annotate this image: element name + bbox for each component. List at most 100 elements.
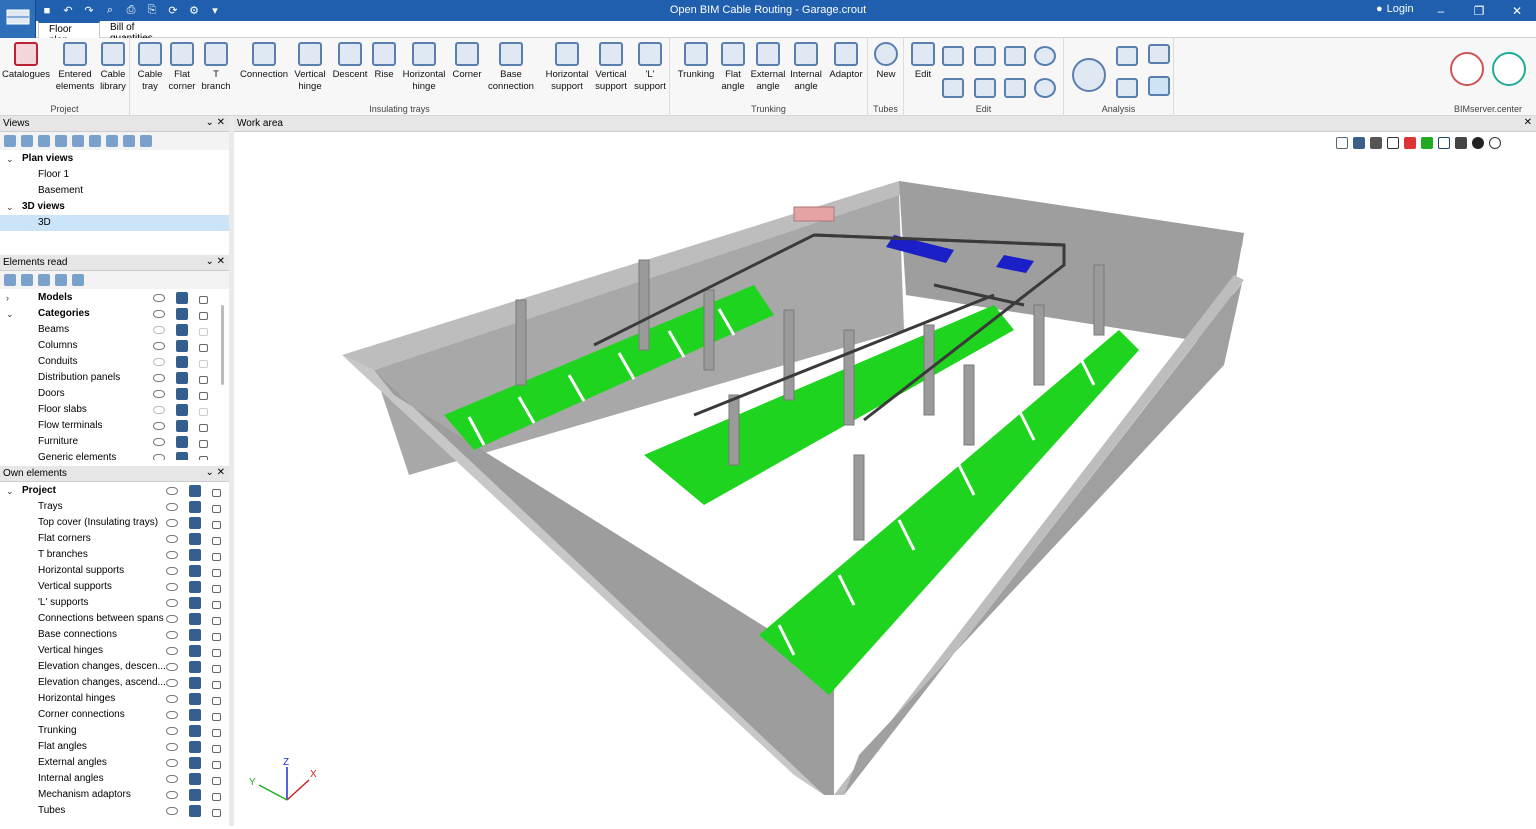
own-element-item[interactable]: 'L' supports (0, 595, 229, 611)
view-properties-icon[interactable] (72, 135, 84, 147)
lock-icon[interactable] (212, 585, 221, 593)
cube-icon[interactable] (189, 741, 201, 753)
view-item[interactable]: ⌄ 3D views (0, 199, 229, 215)
panel-controls[interactable]: ⌄ ✕ (205, 467, 225, 478)
own-element-item[interactable]: Top cover (Insulating trays) (0, 515, 229, 531)
lock-icon[interactable] (199, 296, 208, 304)
lock-icon[interactable] (199, 312, 208, 320)
visibility-eye-icon[interactable] (153, 406, 165, 414)
cube-icon[interactable] (189, 533, 201, 545)
lock-icon[interactable] (212, 489, 221, 497)
cube-icon[interactable] (176, 452, 188, 460)
vertical-hinge-button[interactable]: Vertical hinge (292, 42, 328, 93)
lock-icon[interactable] (199, 344, 208, 352)
walk-icon[interactable] (1387, 137, 1399, 149)
l-support-button[interactable]: 'L' support (632, 42, 668, 93)
visibility-eye-icon[interactable] (153, 358, 165, 366)
adaptor-button[interactable]: Adaptor (826, 42, 866, 81)
tray-check-icon[interactable] (1116, 46, 1138, 66)
descent-button[interactable]: Descent (330, 42, 370, 81)
login-button[interactable]: ● Login (1376, 3, 1414, 15)
element-read-item[interactable]: › Models (0, 290, 229, 306)
visibility-eye-icon[interactable] (166, 535, 178, 543)
info-icon[interactable] (72, 274, 84, 286)
lock-icon[interactable] (212, 729, 221, 737)
cube-icon[interactable] (189, 501, 201, 513)
visibility-eye-icon[interactable] (166, 791, 178, 799)
mirror-icon[interactable] (942, 78, 964, 98)
cube-icon[interactable] (189, 629, 201, 641)
export-view-icon[interactable] (140, 135, 152, 147)
visibility-eye-icon[interactable] (166, 727, 178, 735)
own-element-item[interactable]: Horizontal hinges (0, 691, 229, 707)
expand-all-icon[interactable] (4, 274, 16, 286)
import-view-icon[interactable] (123, 135, 135, 147)
redo-icon[interactable]: ↷ (80, 2, 98, 19)
refresh-icon[interactable]: ⟳ (164, 2, 182, 19)
lock-icon[interactable] (212, 569, 221, 577)
own-element-item[interactable]: Vertical hinges (0, 643, 229, 659)
visibility-eye-icon[interactable] (166, 759, 178, 767)
visibility-eye-icon[interactable] (166, 487, 178, 495)
visibility-eye-icon[interactable] (153, 374, 165, 382)
view-item[interactable]: ⌄ Plan views (0, 151, 229, 167)
collapse-icon[interactable]: ⌄ (6, 199, 14, 215)
cube-icon[interactable] (176, 308, 188, 320)
cube-icon[interactable] (189, 581, 201, 593)
cube-icon[interactable] (189, 789, 201, 801)
own-element-item[interactable]: ⌄ Project (0, 483, 229, 499)
tab-bill-of-quantities[interactable]: Bill of quantities (100, 21, 190, 44)
calculator-icon[interactable] (1148, 44, 1170, 64)
cube-icon[interactable] (189, 725, 201, 737)
own-element-item[interactable]: Vertical supports (0, 579, 229, 595)
cube-icon[interactable] (176, 420, 188, 432)
visibility-eye-icon[interactable] (166, 551, 178, 559)
visibility-eye-icon[interactable] (166, 695, 178, 703)
visibility-eye-icon[interactable] (166, 807, 178, 815)
visibility-eye-icon[interactable] (153, 390, 165, 398)
new-tube-button[interactable]: New (872, 42, 900, 81)
rotate-icon[interactable] (1034, 46, 1056, 66)
green-layer-icon[interactable] (1421, 137, 1433, 149)
print-icon[interactable]: ⎙ (122, 2, 140, 19)
visibility-eye-icon[interactable] (166, 647, 178, 655)
cube-icon[interactable] (189, 645, 201, 657)
lock-icon[interactable] (199, 440, 208, 448)
lock-icon[interactable] (212, 553, 221, 561)
visibility-eye-icon[interactable] (166, 567, 178, 575)
flat-angle-button[interactable]: Flat angle (718, 42, 748, 93)
lock-icon[interactable] (212, 617, 221, 625)
visibility-eye-icon[interactable] (166, 711, 178, 719)
cable-tray-button[interactable]: Cable tray (134, 42, 166, 93)
external-angle-button[interactable]: External angle (750, 42, 786, 93)
element-read-item[interactable]: Beams (0, 322, 229, 338)
lock-icon[interactable] (212, 649, 221, 657)
cube-icon[interactable] (176, 436, 188, 448)
own-element-item[interactable]: Elevation changes, ascend... (0, 675, 229, 691)
rotate-3d-icon[interactable] (1034, 78, 1056, 98)
visibility-eye-icon[interactable] (166, 503, 178, 511)
visibility-eye-icon[interactable] (166, 583, 178, 591)
own-element-item[interactable]: Mechanism adaptors (0, 787, 229, 803)
lock-icon[interactable] (212, 777, 221, 785)
visibility-eye-icon[interactable] (153, 342, 165, 350)
visibility-eye-icon[interactable] (166, 743, 178, 751)
element-read-item[interactable]: Furniture (0, 434, 229, 450)
base-connection-button[interactable]: Base connection (486, 42, 536, 93)
visibility-eye-icon[interactable] (166, 631, 178, 639)
new-view-icon[interactable] (4, 135, 16, 147)
own-element-item[interactable]: T branches (0, 547, 229, 563)
visibility-eye-icon[interactable] (153, 454, 165, 460)
lock-icon[interactable] (212, 697, 221, 705)
rise-button[interactable]: Rise (370, 42, 398, 81)
lock-icon[interactable] (199, 328, 208, 336)
tray-error-icon[interactable] (1116, 78, 1138, 98)
view-item[interactable]: Floor 1 (0, 167, 229, 183)
entered-elements-button[interactable]: Entered elements (54, 42, 96, 93)
own-element-item[interactable]: External angles (0, 755, 229, 771)
shield-icon[interactable] (1353, 137, 1365, 149)
expand-icon[interactable]: › (6, 290, 9, 306)
element-read-item[interactable]: Distribution panels (0, 370, 229, 386)
cube-icon[interactable] (189, 597, 201, 609)
own-element-item[interactable]: Base connections (0, 627, 229, 643)
